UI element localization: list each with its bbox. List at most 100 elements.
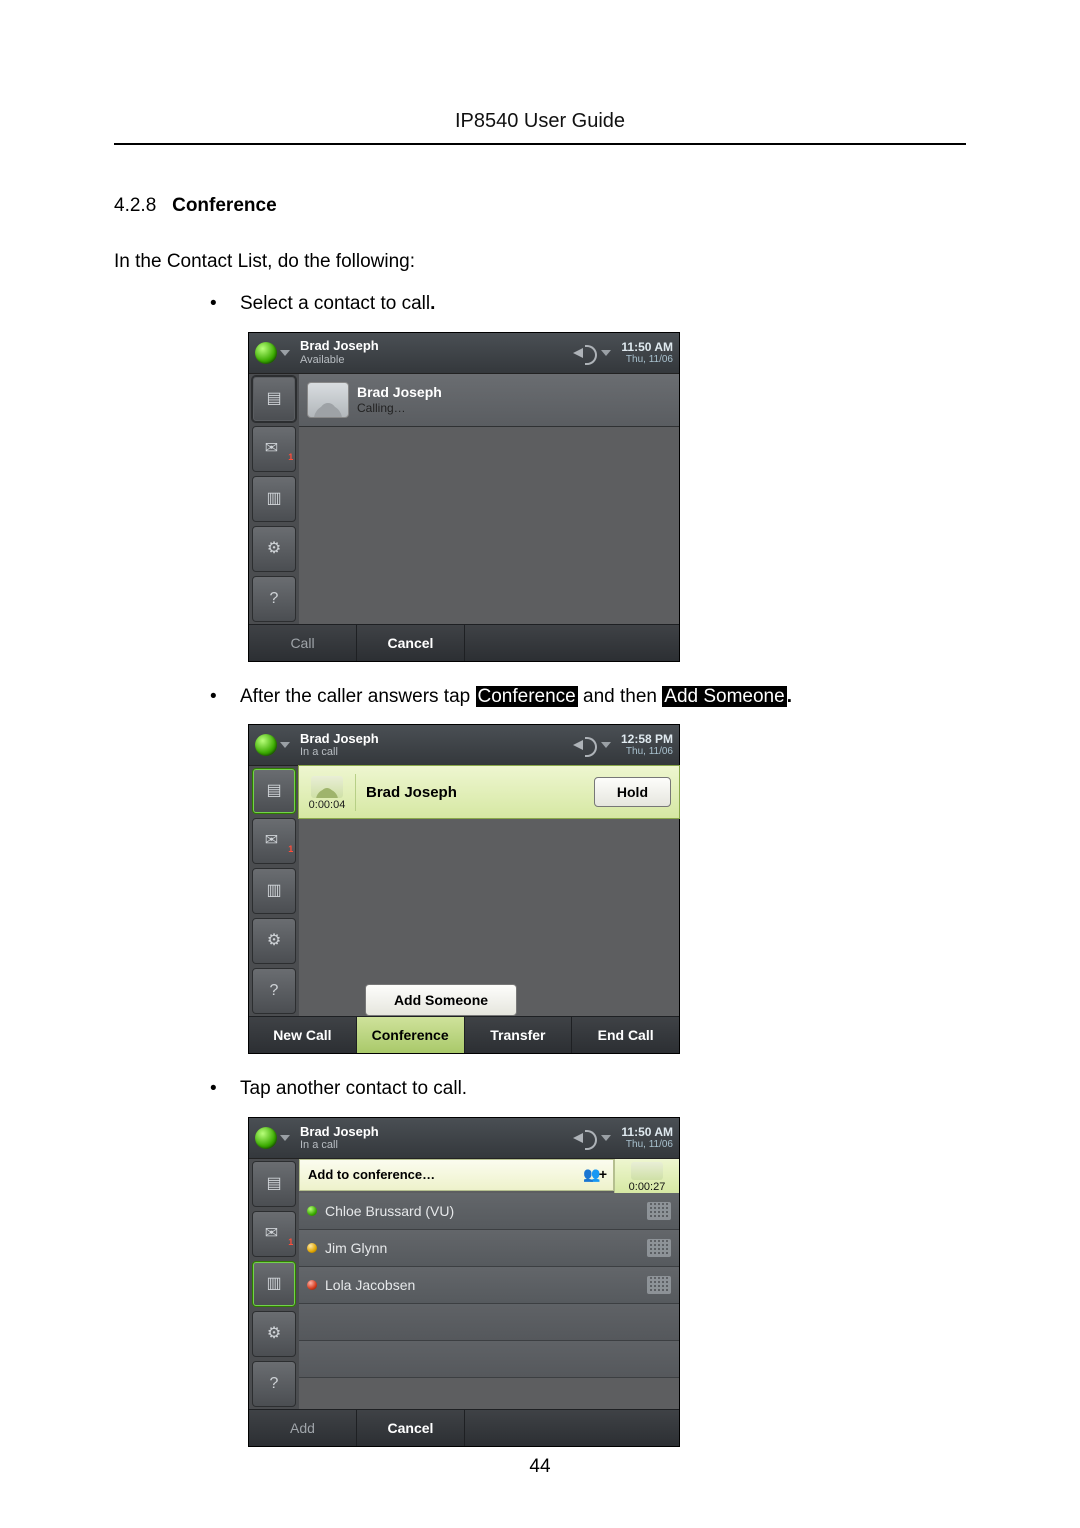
section-heading: 4.2.8 Conference [114, 195, 966, 217]
topbar-clock: 12:58 PM Thu, 11/06 [621, 733, 673, 757]
softkey-empty [464, 1410, 679, 1446]
presence-dropdown-icon[interactable] [280, 742, 290, 748]
call-elapsed: 0:00:04 [299, 799, 355, 811]
section-title: Conference [172, 195, 277, 216]
sidebar-help[interactable]: ? [252, 1361, 296, 1407]
topbar-date: Thu, 11/06 [621, 1139, 673, 1150]
softkey-newcall[interactable]: New Call [249, 1017, 356, 1053]
sidebar-settings[interactable]: ⚙ [252, 918, 296, 964]
softkey-transfer[interactable]: Transfer [464, 1017, 572, 1053]
sidebar-calllog[interactable]: ▥ [252, 868, 296, 914]
outgoing-call-status: Calling… [357, 401, 442, 415]
presence-dropdown-icon[interactable] [280, 1135, 290, 1141]
page-number: 44 [0, 1456, 1080, 1478]
softkey-endcall[interactable]: End Call [571, 1017, 679, 1053]
calllog-icon: ▥ [266, 883, 281, 899]
voicemail-icon: ✉ [265, 833, 278, 849]
bullet-select-contact: Select a contact to call. [210, 291, 966, 318]
presence-dot-icon [307, 1280, 317, 1290]
sidebar-settings[interactable]: ⚙ [252, 1311, 296, 1357]
screenshot-addconf: Brad Joseph In a call 11:50 AM Thu, 11/0… [248, 1117, 680, 1447]
volume-icon[interactable] [573, 1128, 599, 1148]
gear-icon: ⚙ [267, 933, 281, 949]
sidebar-help[interactable]: ? [252, 576, 296, 622]
softkey-cancel[interactable]: Cancel [356, 625, 464, 661]
topbar-user: Brad Joseph Available [300, 339, 573, 365]
contact-row[interactable]: Lola Jacobsen [299, 1267, 679, 1304]
contact-row[interactable]: Jim Glynn [299, 1230, 679, 1267]
topbar-user-status: Available [300, 354, 573, 366]
presence-dropdown-icon[interactable] [280, 350, 290, 356]
contacts-icon: ▤ [266, 391, 281, 407]
contact-row-empty [299, 1341, 679, 1378]
outgoing-call-name: Brad Joseph [357, 384, 442, 401]
section-number: 4.2.8 [114, 195, 156, 216]
softkey-cancel[interactable]: Cancel [356, 1410, 464, 1446]
topbar-clock: 11:50 AM Thu, 11/06 [621, 1126, 673, 1150]
volume-dropdown-icon[interactable] [601, 350, 611, 356]
sidebar-voicemail[interactable]: ✉1 [252, 426, 296, 472]
sidebar-contacts[interactable]: ▤ [252, 376, 296, 422]
gear-icon: ⚙ [267, 541, 281, 557]
sidebar-help[interactable]: ? [252, 968, 296, 1014]
contact-list: Chloe Brussard (VU) Jim Glynn Lola Jacob… [299, 1193, 679, 1378]
presence-icon[interactable] [255, 342, 277, 364]
voicemail-badge: 1 [288, 452, 293, 462]
active-call-name: Brad Joseph [356, 784, 594, 801]
conference-elapsed: 0:00:27 [615, 1181, 679, 1193]
presence-icon[interactable] [255, 1127, 277, 1149]
volume-dropdown-icon[interactable] [601, 742, 611, 748]
bullet3-text: Tap another contact to call. [240, 1078, 467, 1099]
presence-icon[interactable] [255, 734, 277, 756]
bullet-tap-another: Tap another contact to call. [210, 1076, 966, 1103]
softkey-call: Call [249, 625, 356, 661]
contact-row[interactable]: Chloe Brussard (VU) [299, 1193, 679, 1230]
topbar-date: Thu, 11/06 [621, 746, 673, 757]
screenshot-incall: Brad Joseph In a call 12:58 PM Thu, 11/0… [248, 724, 680, 1054]
contact-row-empty [299, 1304, 679, 1341]
volume-dropdown-icon[interactable] [601, 1135, 611, 1141]
sidebar: ▤ ✉1 ▥ ⚙ ? [249, 374, 299, 624]
hold-button[interactable]: Hold [594, 777, 671, 807]
outgoing-call-row: Brad Joseph Calling… [299, 374, 679, 427]
sidebar-voicemail[interactable]: ✉1 [252, 818, 296, 864]
calllog-icon: ▥ [266, 1276, 281, 1292]
sidebar-contacts[interactable]: ▤ [252, 1161, 296, 1207]
presence-dot-icon [307, 1243, 317, 1253]
contacts-icon: ▤ [266, 783, 281, 799]
sidebar-settings[interactable]: ⚙ [252, 526, 296, 572]
keypad-icon[interactable] [647, 1239, 671, 1257]
sidebar-calllog[interactable]: ▥ [252, 476, 296, 522]
bullet2-mid: and then [583, 686, 662, 707]
sidebar-calllog[interactable]: ▥ [252, 1261, 296, 1307]
keypad-icon[interactable] [647, 1202, 671, 1220]
softkey-empty [464, 625, 679, 661]
doc-header: IP8540 User Guide [114, 110, 966, 133]
topbar-user: Brad Joseph In a call [300, 732, 573, 758]
sidebar-contacts[interactable]: ▤ [252, 768, 296, 814]
softkey-bar: Add Cancel [249, 1409, 679, 1446]
topbar-user-name: Brad Joseph [300, 732, 573, 746]
call-avatar [311, 776, 343, 798]
participants-icon: 👥+ [583, 1166, 605, 1183]
contact-name: Jim Glynn [325, 1240, 387, 1256]
keypad-icon[interactable] [647, 1276, 671, 1294]
volume-icon[interactable] [573, 735, 599, 755]
contacts-icon: ▤ [266, 1176, 281, 1192]
bullet2-pre: After the caller answers tap [240, 686, 476, 707]
contact-avatar [307, 382, 349, 418]
topbar: Brad Joseph Available 11:50 AM Thu, 11/0… [249, 333, 679, 374]
volume-icon[interactable] [573, 343, 599, 363]
sidebar-voicemail[interactable]: ✉1 [252, 1211, 296, 1257]
softkey-conference[interactable]: Conference [356, 1017, 464, 1053]
topbar-user-status: In a call [300, 1139, 573, 1151]
conference-header-row: Add to conference… 👥+ 0:00:27 [299, 1159, 679, 1193]
add-someone-button[interactable]: Add Someone [365, 984, 517, 1016]
call-timer: 0:00:04 [299, 774, 356, 811]
conference-timer: 0:00:27 [614, 1159, 679, 1193]
softkey-add: Add [249, 1410, 356, 1446]
help-icon: ? [270, 1376, 279, 1392]
bullet2-conference: Conference [476, 686, 578, 707]
topbar-user-name: Brad Joseph [300, 339, 573, 353]
help-icon: ? [270, 983, 279, 999]
